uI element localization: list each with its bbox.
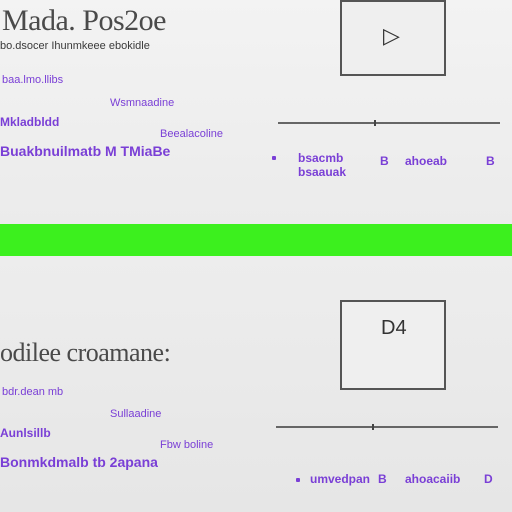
control-2[interactable]: bsaauak xyxy=(298,165,346,179)
video-player-2[interactable]: D4 xyxy=(340,300,446,390)
top-row-1[interactable]: baa.lmo.llibs xyxy=(2,74,63,86)
control-3[interactable]: B xyxy=(380,154,389,168)
top-row-5[interactable]: Buakbnuilmatb M TMiaBe xyxy=(0,143,170,159)
bottom-row-2[interactable]: Sullaadine xyxy=(110,408,161,420)
bottom-panel: odilee croamane: bdr.dean mb Sullaadine … xyxy=(0,256,512,512)
bottom-row-5[interactable]: Bonmkdmalb tb 2apana xyxy=(0,454,158,470)
control-1[interactable]: bsacmb xyxy=(298,151,343,165)
bottom-row-1[interactable]: bdr.dean mb xyxy=(2,386,63,398)
player-label: D4 xyxy=(381,317,407,339)
play-icon[interactable]: ▷ xyxy=(383,26,400,48)
control-bullet xyxy=(272,156,276,160)
bottom-row-4[interactable]: Fbw boline xyxy=(160,439,213,451)
seek-bar[interactable] xyxy=(278,120,500,126)
control-bullet-2 xyxy=(296,478,300,482)
top-title: Mada. Pos2oe xyxy=(2,4,166,37)
control-4[interactable]: ahoeab xyxy=(405,154,447,168)
top-row-3[interactable]: Mkladbldd xyxy=(0,115,59,129)
seek-bar-2[interactable] xyxy=(276,424,498,430)
seek-marker[interactable] xyxy=(374,120,376,126)
control-5[interactable]: B xyxy=(486,154,495,168)
top-row-4[interactable]: Beealacoline xyxy=(160,128,223,140)
top-panel: Mada. Pos2oe bo.dsocer Ihunmkeee ebokidl… xyxy=(0,0,512,224)
control-b1[interactable]: umvedpan xyxy=(310,472,370,486)
bottom-row-3[interactable]: Aunlsillb xyxy=(0,426,51,440)
control-b2[interactable]: B xyxy=(378,472,387,486)
top-subtitle: bo.dsocer Ihunmkeee ebokidle xyxy=(0,40,150,52)
bottom-title: odilee croamane: xyxy=(0,338,171,367)
control-b3[interactable]: ahoacaiib xyxy=(405,472,460,486)
seek-marker-2[interactable] xyxy=(372,424,374,430)
video-player[interactable]: ▷ xyxy=(340,0,446,76)
top-row-2[interactable]: Wsmnaadine xyxy=(110,97,174,109)
control-b4[interactable]: D xyxy=(484,472,493,486)
green-divider xyxy=(0,224,512,256)
